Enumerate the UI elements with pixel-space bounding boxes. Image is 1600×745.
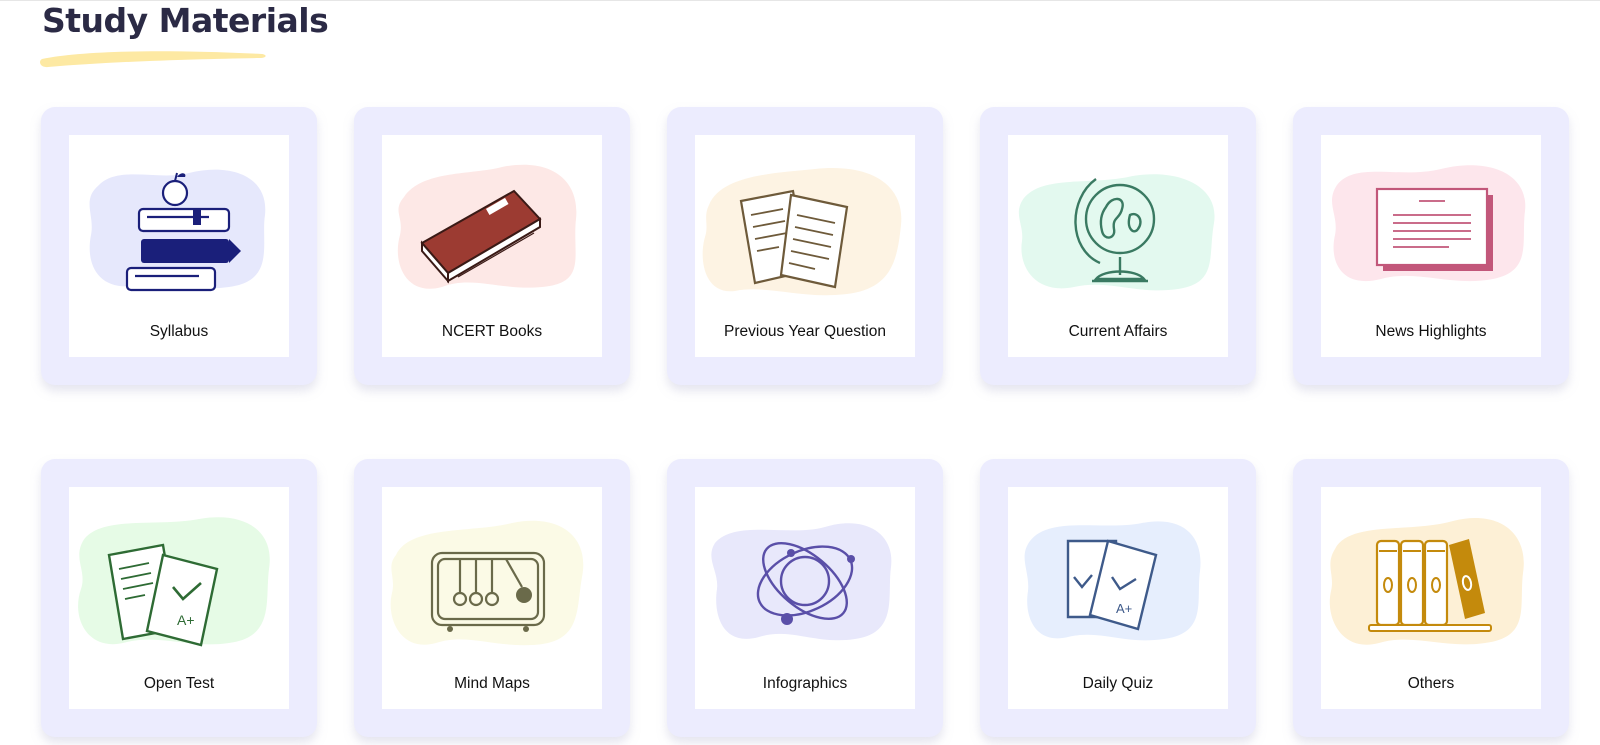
atom-icon bbox=[711, 523, 892, 641]
card-label: Daily Quiz bbox=[1082, 675, 1154, 692]
card-previous-year-question[interactable]: Previous Year Question bbox=[667, 107, 943, 385]
card-label: News Highlights bbox=[1375, 323, 1487, 340]
question-papers-icon bbox=[702, 168, 902, 296]
card-current-affairs[interactable]: Current Affairs bbox=[980, 107, 1256, 385]
svg-text:A+: A+ bbox=[177, 612, 195, 628]
globe-icon bbox=[1018, 174, 1215, 291]
card-panel: Infographics bbox=[695, 487, 915, 709]
card-panel: Syllabus bbox=[69, 135, 289, 357]
test-papers-icon: A+ bbox=[78, 517, 270, 647]
card-others[interactable]: Others bbox=[1293, 459, 1569, 737]
card-news-highlights[interactable]: News Highlights bbox=[1293, 107, 1569, 385]
card-ncert-books[interactable]: NCERT Books bbox=[354, 107, 630, 385]
card-syllabus[interactable]: Syllabus bbox=[41, 107, 317, 385]
card-panel: Current Affairs bbox=[1008, 135, 1228, 357]
card-label: Others bbox=[1407, 675, 1455, 692]
card-label: Previous Year Question bbox=[724, 323, 886, 340]
closed-book-icon bbox=[397, 164, 577, 289]
card-panel: A+ Daily Quiz bbox=[1008, 487, 1228, 709]
card-panel: NCERT Books bbox=[382, 135, 602, 357]
card-panel: News Highlights bbox=[1321, 135, 1541, 357]
card-open-test[interactable]: A+ Open Test bbox=[41, 459, 317, 737]
card-mind-maps[interactable]: Mind Maps bbox=[354, 459, 630, 737]
quiz-cards-icon: A+ bbox=[1024, 521, 1201, 641]
section-heading: Study Materials bbox=[40, 1, 329, 68]
card-infographics[interactable]: Infographics bbox=[667, 459, 943, 737]
page-title: Study Materials bbox=[42, 1, 329, 40]
card-panel: Previous Year Question bbox=[695, 135, 915, 357]
card-panel: Mind Maps bbox=[382, 487, 602, 709]
card-label: Mind Maps bbox=[454, 675, 530, 692]
card-daily-quiz[interactable]: A+ Daily Quiz bbox=[980, 459, 1256, 737]
card-label: NCERT Books bbox=[441, 323, 543, 340]
card-label: Syllabus bbox=[149, 323, 209, 340]
card-label: Current Affairs bbox=[1068, 323, 1168, 340]
stacked-books-apple-icon bbox=[89, 169, 266, 292]
newtons-cradle-icon bbox=[390, 520, 584, 646]
study-materials-page: Study Materials Syllabus NCERT Books Pre… bbox=[0, 0, 1600, 745]
card-label: Open Test bbox=[143, 675, 215, 692]
card-panel: A+ Open Test bbox=[69, 487, 289, 709]
newspaper-icon bbox=[1332, 165, 1526, 282]
bookshelf-icon bbox=[1329, 518, 1524, 645]
svg-text:A+: A+ bbox=[1116, 601, 1132, 616]
card-label: Infographics bbox=[762, 675, 848, 692]
card-panel: Others bbox=[1321, 487, 1541, 709]
title-underline-brushstroke bbox=[40, 51, 266, 68]
